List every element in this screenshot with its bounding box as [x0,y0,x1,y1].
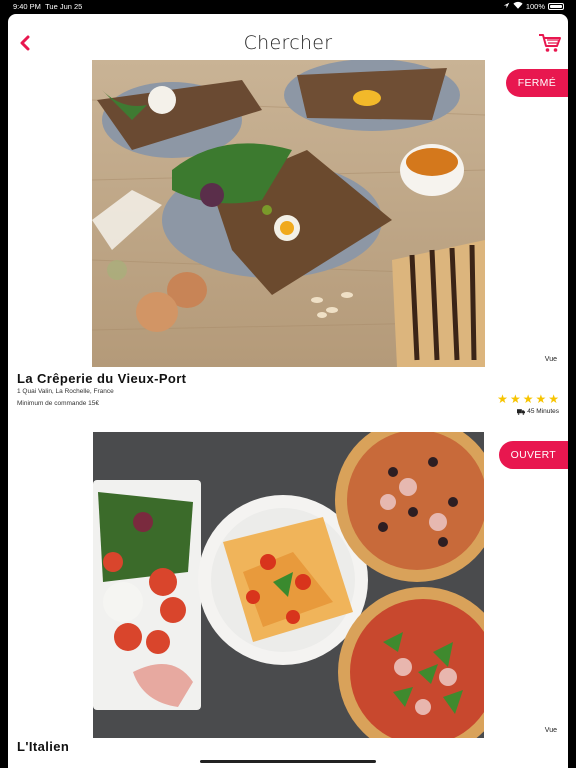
status-badge: FERMÉ [505,69,568,97]
delivery-time-label: 45 Minutes [527,408,559,415]
restaurant-card[interactable]: FERMÉ Vue La Crêperie du Vieux-Port 1 Qu… [8,60,568,420]
star-icon: ★ [509,392,521,406]
nav-bar: Chercher [8,14,568,60]
location-icon [503,0,510,13]
star-icon: ★ [535,392,547,406]
star-icon: ★ [548,392,559,406]
app-sheet: Chercher FERMÉ Vue La Crêperie du Vieux-… [8,14,568,768]
restaurant-address: 1 Quai Valin, La Rochelle, France [17,388,114,395]
battery-icon [548,3,564,10]
status-badge: OUVERT [498,441,568,469]
truck-icon [517,408,526,415]
cart-icon [539,34,561,52]
cart-button[interactable] [538,33,564,55]
restaurant-photo [93,432,484,738]
restaurant-photo [92,60,485,367]
restaurant-name[interactable]: La Crêperie du Vieux-Port [17,371,186,386]
wifi-icon [513,0,523,13]
status-time: 9:40 PM [13,2,41,11]
restaurant-name[interactable]: L'Italien [17,739,69,754]
star-icon: ★ [522,392,534,406]
home-indicator [200,760,376,763]
status-bar: 9:40 PM Tue Jun 25 100% [0,0,576,14]
battery-percent: 100% [525,2,545,11]
minimum-order: Minimum de commande 15€ [17,400,100,407]
vue-link[interactable]: Vue [545,727,557,734]
rating-stars: ★ ★ ★ ★ ★ [497,393,559,405]
delivery-time: 45 Minutes [517,408,559,415]
page-title: Chercher [243,32,333,54]
vue-link[interactable]: Vue [545,356,557,363]
restaurant-card[interactable]: OUVERT Vue L'Italien [8,432,568,768]
star-icon: ★ [497,392,508,406]
status-date: Tue Jun 25 [45,2,83,11]
